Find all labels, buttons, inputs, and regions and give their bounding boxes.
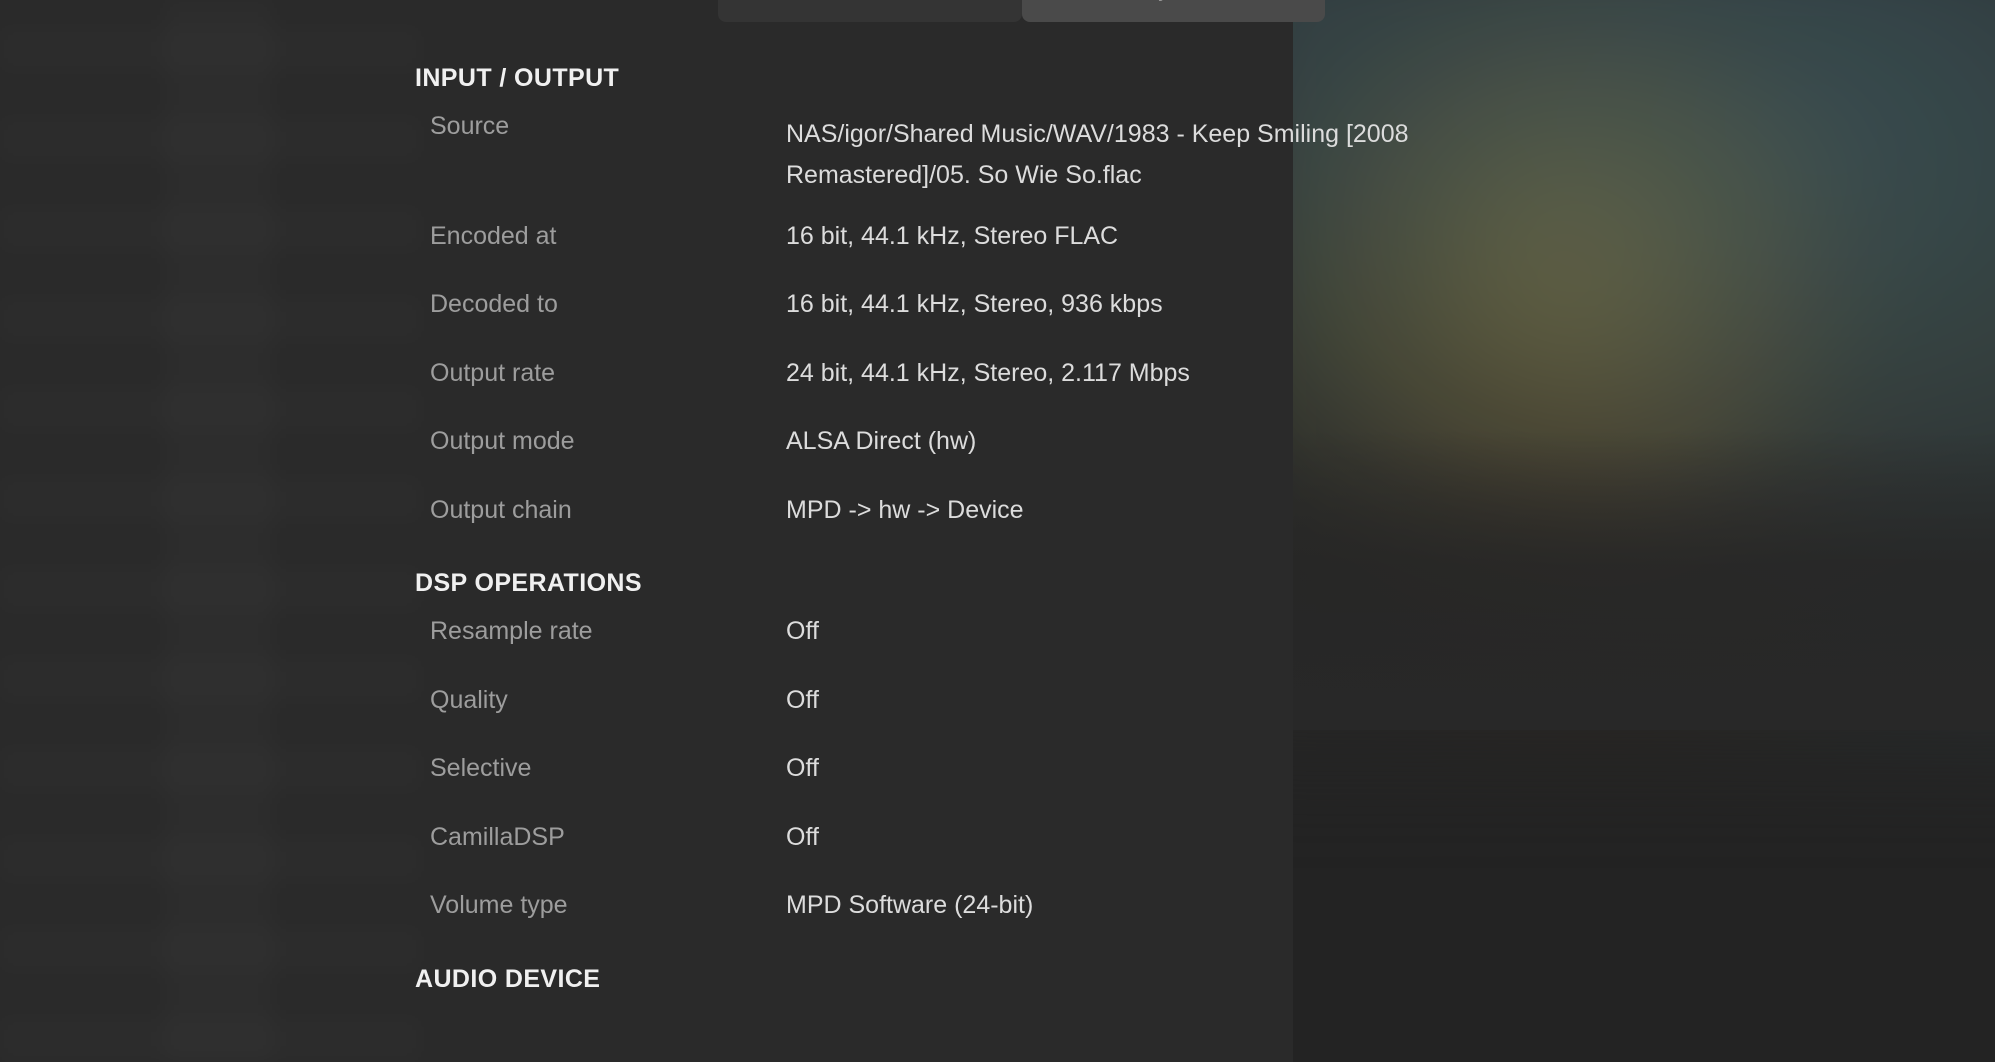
info-row-value: 16 bit, 44.1 kHz, Stereo, 936 kbps — [786, 290, 1163, 318]
tab-bar[interactable]: Track Playback — [0, 0, 1325, 22]
info-row-label: Selective — [430, 754, 532, 782]
tab-playback[interactable]: Playback — [1022, 0, 1325, 22]
info-row-label: Output mode — [430, 427, 575, 455]
screen: Track Playback INPUT / OUTPUT Source NAS/i… — [0, 0, 1995, 1062]
info-row-value: ALSA Direct (hw) — [786, 427, 977, 455]
info-row-label: CamillaDSP — [430, 822, 565, 851]
info-row: Selective Off — [0, 756, 1293, 796]
info-row: Encoded at 16 bit, 44.1 kHz, Stereo FLAC — [0, 221, 1293, 264]
info-row: Volume type MPD Software (24-bit) — [0, 893, 1293, 933]
info-row-value: 24 bit, 44.1 kHz, Stereo, 2.117 Mbps — [786, 358, 1190, 387]
tab-track-label: Track — [837, 0, 902, 2]
info-row-value: MPD Software (24-bit) — [786, 891, 1034, 919]
info-row-label: Encoded at — [430, 221, 557, 250]
section-title-audio-device: AUDIO DEVICE — [415, 964, 601, 993]
tab-track[interactable]: Track — [718, 0, 1022, 22]
info-row-value: Off — [786, 617, 819, 645]
info-row-label: Volume type — [430, 891, 568, 919]
info-row: Resample rate Off — [0, 619, 1293, 659]
info-row: Output rate 24 bit, 44.1 kHz, Stereo, 2.1… — [0, 358, 1293, 401]
info-row-label: Quality — [430, 685, 508, 714]
info-row-label: Decoded to — [430, 290, 558, 318]
album-art-fade — [1180, 430, 1995, 730]
info-row: Decoded to 16 bit, 44.1 kHz, Stereo, 936 … — [0, 292, 1293, 332]
info-row-value: Off — [786, 822, 819, 851]
info-row-label: Output chain — [430, 495, 572, 524]
section-title-input-output: INPUT / OUTPUT — [415, 64, 620, 92]
info-row-value: Off — [786, 685, 819, 714]
info-row-value: MPD -> hw -> Device — [786, 495, 1024, 524]
info-row-label: Resample rate — [430, 617, 593, 645]
tab-playback-label: Playback — [1120, 0, 1227, 2]
info-row-label: Source — [430, 112, 510, 140]
info-row-value: 16 bit, 44.1 kHz, Stereo FLAC — [786, 221, 1119, 250]
info-row-label: Output rate — [430, 358, 556, 387]
info-row-value: Off — [786, 754, 819, 782]
info-row-value: NAS/igor/Shared Music/WAV/1983 - Keep Sm… — [786, 120, 1409, 189]
info-row: Quality Off — [0, 685, 1293, 728]
info-row: CamillaDSP Off — [0, 822, 1293, 865]
section-title-dsp-operations: DSP OPERATIONS — [415, 569, 642, 597]
info-row: Output chain MPD -> hw -> Device — [0, 495, 1293, 538]
info-row: Output mode ALSA Direct (hw) — [0, 429, 1293, 469]
info-row: Source NAS/igor/Shared Music/WAV/1983 - K… — [0, 112, 1409, 190]
